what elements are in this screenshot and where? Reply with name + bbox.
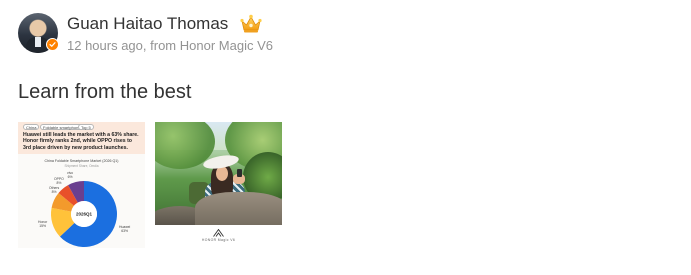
chart-label-vivo: vivo 6% xyxy=(67,171,74,179)
post-image-infographic[interactable]: China Foldable smartphones Top 5 Huawei … xyxy=(18,122,145,248)
chart-label-honor: Honor 15% xyxy=(38,220,48,228)
crown-icon[interactable] xyxy=(239,13,263,35)
honor-logo-icon xyxy=(213,229,224,237)
photo-scene xyxy=(155,122,282,225)
chart-label-huawei: Huawei 63% xyxy=(119,225,131,233)
chart-label-oppo: OPPO 8% xyxy=(54,177,64,185)
post-source-label: from xyxy=(150,38,177,53)
feed-post: Guan Haitao Thomas 12 hours ago, from Ho… xyxy=(0,0,691,275)
photo-phone xyxy=(237,169,242,177)
post-image-photo[interactable]: HONOR Magic V6 xyxy=(155,122,282,248)
photo-rock xyxy=(195,192,282,225)
check-icon xyxy=(49,42,56,47)
post-device-link[interactable]: Honor Magic V6 xyxy=(180,38,273,53)
verified-badge-icon xyxy=(46,38,59,51)
avatar-shirt xyxy=(35,37,41,47)
chart-label-others: Others 8% xyxy=(49,186,60,194)
author-name[interactable]: Guan Haitao Thomas xyxy=(67,14,228,34)
donut-center-label: 2026Q1 xyxy=(76,212,93,217)
post-text: Learn from the best xyxy=(18,81,192,103)
post-meta: 12 hours ago, from Honor Magic V6 xyxy=(67,38,273,53)
post-time: 12 hours ago, xyxy=(67,38,147,53)
photo-caption: HONOR Magic V6 xyxy=(201,238,236,242)
